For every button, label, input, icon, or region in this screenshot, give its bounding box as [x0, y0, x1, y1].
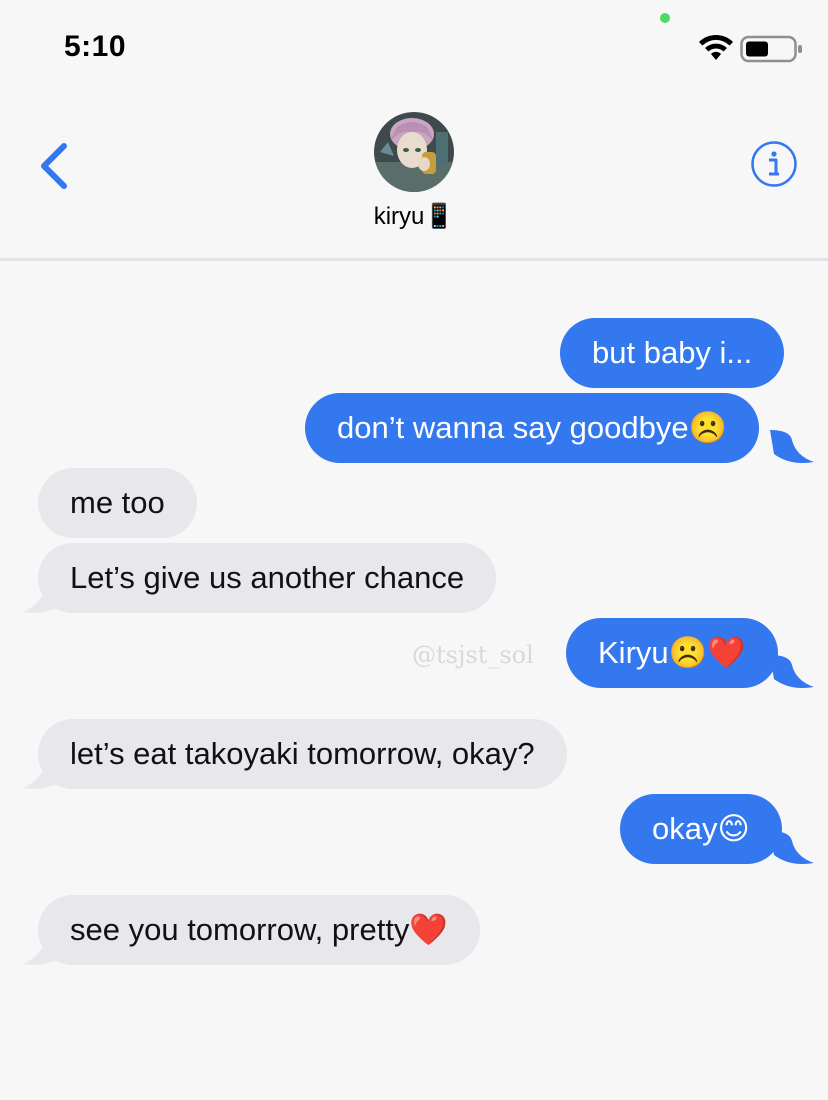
- message-bubble-received[interactable]: me too: [38, 468, 197, 538]
- bubble-tail-sent: [770, 831, 814, 864]
- message-text: but baby i...: [592, 335, 753, 370]
- message-bubble-sent[interactable]: Kiryu☹️❤️: [566, 618, 778, 688]
- status-bar: 5:10: [0, 0, 828, 80]
- bubble-tail-sent: [770, 655, 814, 688]
- message-text: Let’s give us another chance: [70, 560, 465, 595]
- message-bubble-sent[interactable]: but baby i...: [560, 318, 785, 388]
- conversation-header: kiryu📱: [0, 80, 828, 261]
- camera-in-use-indicator: [660, 13, 670, 23]
- info-icon[interactable]: [750, 140, 798, 188]
- wifi-icon: [699, 34, 733, 60]
- message-bubble-received[interactable]: see you tomorrow, pretty❤️: [38, 895, 481, 965]
- contact-name[interactable]: kiryu📱: [0, 202, 828, 231]
- bubble-tail-received: [22, 580, 66, 613]
- back-chevron-icon[interactable]: [36, 138, 76, 194]
- bubble-tail-received: [22, 756, 66, 789]
- battery-icon: [740, 35, 802, 63]
- message-bubble-received[interactable]: let’s eat takoyaki tomorrow, okay?: [38, 719, 567, 789]
- message-bubble-sent[interactable]: okay😊: [620, 794, 782, 864]
- message-text: don’t wanna say goodbye☹️: [337, 410, 728, 445]
- message-text: let’s eat takoyaki tomorrow, okay?: [70, 736, 535, 771]
- message-text: Kiryu☹️❤️: [598, 635, 746, 670]
- bubble-tail-received: [22, 932, 66, 965]
- watermark-text: @tsjst_sol: [412, 641, 534, 669]
- bubble-tail-sent: [770, 430, 814, 463]
- message-text: me too: [70, 485, 165, 520]
- message-text: okay😊: [652, 811, 750, 846]
- status-time: 5:10: [64, 30, 127, 63]
- contact-avatar[interactable]: [374, 112, 454, 192]
- message-bubble-sent[interactable]: don’t wanna say goodbye☹️: [305, 393, 760, 463]
- message-bubble-received[interactable]: Let’s give us another chance: [38, 543, 497, 613]
- message-text: see you tomorrow, pretty❤️: [70, 912, 449, 947]
